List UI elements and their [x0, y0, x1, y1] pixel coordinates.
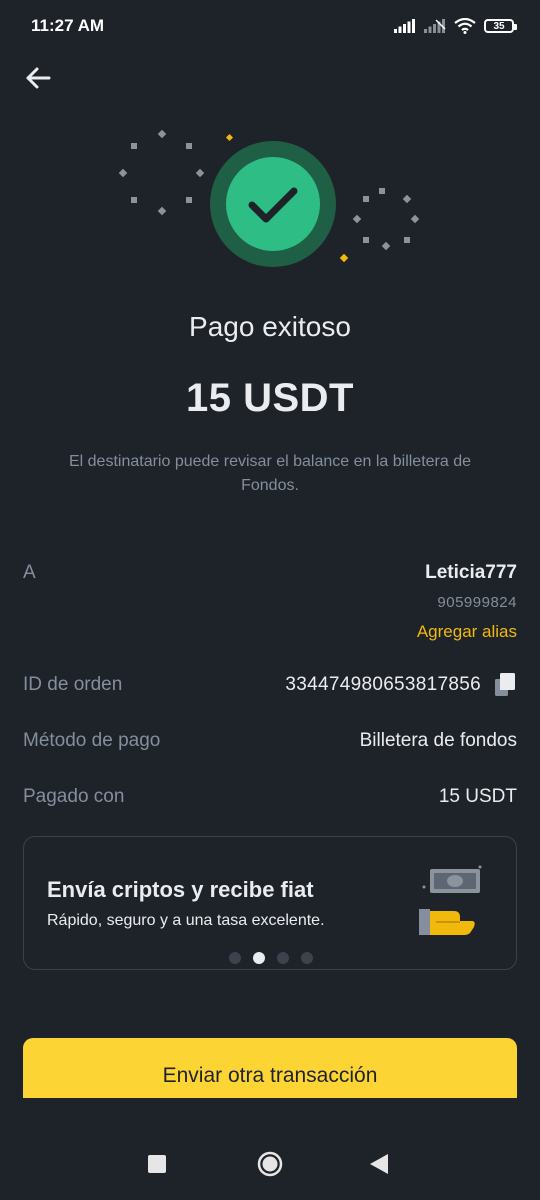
back-button[interactable]: [20, 62, 56, 94]
triangle-back-icon[interactable]: [368, 1152, 390, 1176]
send-another-transaction-button[interactable]: Enviar otra transacción: [23, 1038, 517, 1098]
result-title: Pago exitoso: [189, 311, 351, 342]
status-time: 11:27 AM: [31, 16, 105, 35]
status-bar: 11:27 AM 35: [0, 0, 540, 52]
result-message: El destinatario puede revisar el balance…: [68, 453, 472, 494]
to-label: A: [23, 562, 36, 583]
recipient-name: Leticia777: [425, 562, 517, 583]
circle-icon[interactable]: [257, 1151, 283, 1177]
copy-icon[interactable]: [494, 673, 516, 697]
paid-with-label: Pagado con: [23, 786, 125, 807]
promo-banner[interactable]: Envía criptos y recibe fiat Rápido, segu…: [23, 836, 517, 970]
order-id-value: 334474980653817856: [285, 674, 481, 695]
square-icon[interactable]: [148, 1155, 166, 1173]
decorative-dots-left: [118, 129, 205, 216]
promo-subtitle: Rápido, seguro y a una tasa excelente.: [47, 912, 325, 929]
carousel-dot-active[interactable]: [253, 952, 265, 964]
payment-method-label: Método de pago: [23, 730, 161, 751]
signal-no-service-icon: [424, 19, 446, 33]
decorative-dots-right: [352, 188, 420, 251]
arrow-left-icon: [26, 67, 51, 89]
status-icons: 35: [394, 16, 517, 36]
recipient-id: 905999824: [437, 594, 517, 611]
wifi-icon: [454, 18, 476, 34]
payment-method-value: Billetera de fondos: [359, 730, 517, 751]
add-alias-link[interactable]: Agregar alias: [417, 622, 517, 642]
carousel-dot[interactable]: [277, 952, 289, 964]
promo-title: Envía criptos y recibe fiat: [47, 877, 314, 902]
paid-with-value: 15 USDT: [438, 786, 517, 807]
order-id-label: ID de orden: [23, 674, 123, 695]
screen: 11:27 AM 35 Pago exitoso 15 USDT El dest…: [0, 0, 540, 1200]
system-nav-bar: [0, 1138, 540, 1190]
carousel-dot[interactable]: [229, 952, 241, 964]
battery-indicator: 35: [484, 19, 517, 33]
signal-icon: [394, 19, 415, 33]
success-illustration: [0, 120, 540, 280]
carousel-dot[interactable]: [301, 952, 313, 964]
carousel-dots: [24, 952, 518, 964]
result-amount: 15 USDT: [186, 376, 354, 420]
cash-hand-icon: [414, 865, 484, 937]
success-graphic: [118, 129, 420, 267]
